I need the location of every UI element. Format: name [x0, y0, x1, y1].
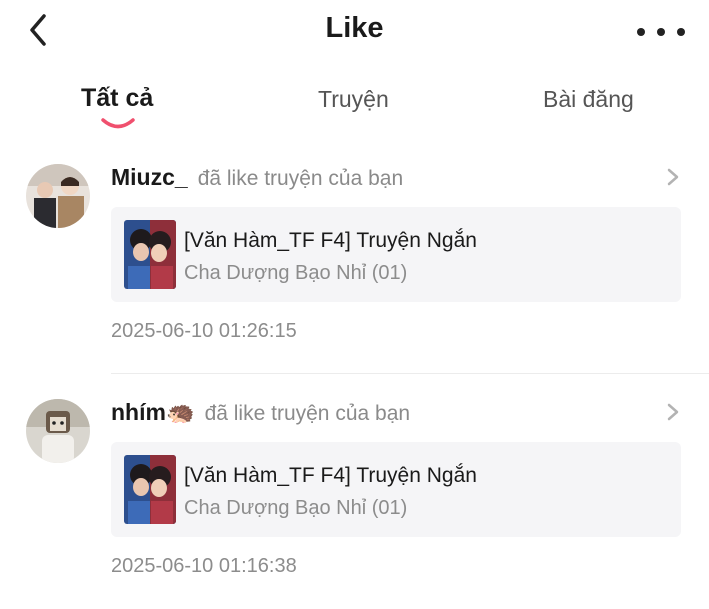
action-text: đã like truyện của bạn	[204, 402, 411, 425]
list-item: nhím🦔 đã like truyện của bạn [Văn Hàm_TF …	[0, 379, 709, 609]
top-bar: Like	[0, 0, 709, 62]
active-tab-indicator	[101, 118, 135, 129]
page-title: Like	[325, 12, 384, 44]
username[interactable]: nhím🦔	[111, 399, 195, 425]
story-cover	[124, 455, 176, 524]
timestamp: 2025-06-10 01:16:38	[111, 555, 297, 577]
story-cover	[124, 220, 176, 289]
chevron-right-icon[interactable]	[665, 401, 681, 423]
action-text: đã like truyện của bạn	[197, 167, 404, 190]
chapter-title: Cha Dượng Bạo Nhỉ (01)	[184, 262, 408, 284]
story-title: [Văn Hàm_TF F4] Truyện Ngắn	[184, 229, 477, 252]
timestamp: 2025-06-10 01:26:15	[111, 320, 297, 342]
chevron-right-icon[interactable]	[665, 166, 681, 188]
story-card[interactable]: [Văn Hàm_TF F4] Truyện Ngắn Cha Dượng Bạ…	[111, 207, 681, 302]
story-title: [Văn Hàm_TF F4] Truyện Ngắn	[184, 464, 477, 487]
tab-posts[interactable]: Bài đăng	[543, 86, 634, 113]
avatar[interactable]	[26, 399, 90, 463]
list-item: Miuzc_ đã like truyện của bạn [Văn Hàm_TF…	[0, 144, 709, 374]
avatar[interactable]	[26, 164, 90, 228]
divider	[111, 373, 709, 374]
tab-all[interactable]: Tất cả	[81, 84, 153, 113]
username[interactable]: Miuzc_	[111, 164, 188, 190]
chevron-left-icon	[30, 14, 46, 46]
more-horizontal-icon	[637, 28, 645, 36]
chapter-title: Cha Dượng Bạo Nhỉ (01)	[184, 497, 408, 519]
tab-bar: Tất cả Truyện Bài đăng	[0, 62, 709, 144]
more-options-button[interactable]	[637, 18, 685, 46]
story-card[interactable]: [Văn Hàm_TF F4] Truyện Ngắn Cha Dượng Bạ…	[111, 442, 681, 537]
back-button[interactable]	[24, 10, 56, 50]
tab-stories[interactable]: Truyện	[318, 86, 389, 113]
